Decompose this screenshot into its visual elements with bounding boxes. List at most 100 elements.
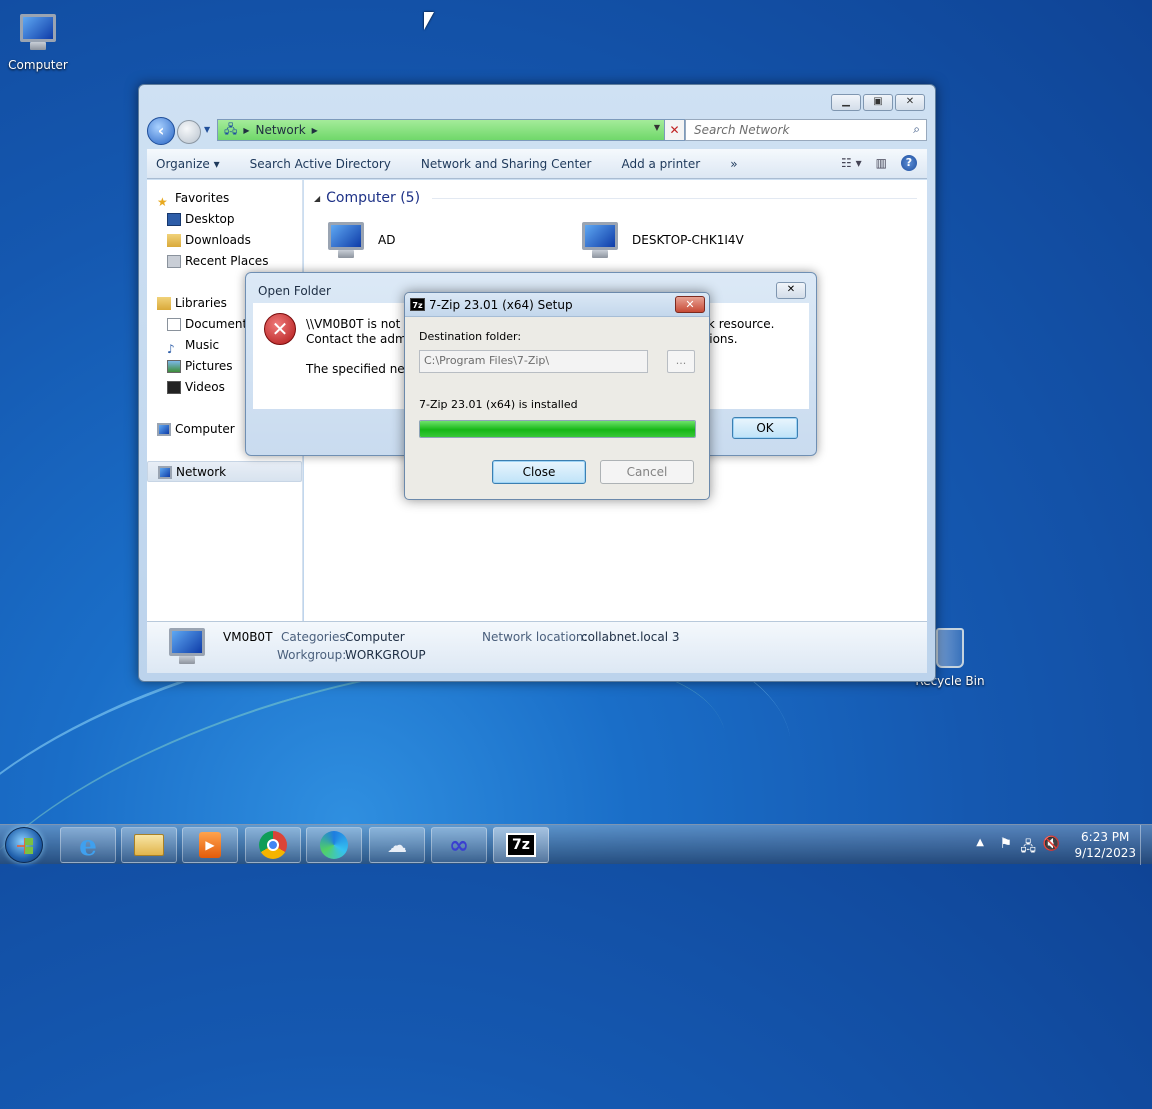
ok-button[interactable]: OK — [732, 417, 798, 439]
minimize-button[interactable]: ▁ — [831, 94, 861, 111]
details-workgroup-value: WORKGROUP — [345, 648, 426, 662]
pictures-icon — [167, 360, 181, 373]
stop-loading-button[interactable]: ✕ — [664, 120, 684, 140]
search-icon[interactable]: ⌕ — [913, 122, 920, 137]
recent-pages-dropdown[interactable]: ▼ — [204, 125, 210, 134]
install-progress-bar — [419, 420, 696, 438]
progress-fill — [420, 421, 695, 437]
search-active-directory-button[interactable]: Search Active Directory — [250, 157, 391, 171]
zip-dialog-title: 7-Zip 23.01 (x64) Setup — [429, 298, 573, 312]
destination-folder-label: Destination folder: — [419, 330, 522, 343]
add-printer-button[interactable]: Add a printer — [621, 157, 700, 171]
mouse-cursor-icon — [424, 12, 434, 30]
nav-downloads[interactable]: Downloads — [147, 230, 302, 251]
error-message-line3: The specified netw — [306, 362, 420, 376]
nav-recent-places[interactable]: Recent Places — [147, 251, 302, 272]
network-tray-icon[interactable]: 🖧 — [1020, 836, 1036, 860]
show-hidden-icons[interactable]: ▲ — [976, 837, 984, 848]
group-header-divider — [432, 197, 917, 199]
breadcrumb-separator-icon: ▶ — [243, 125, 250, 135]
zip-close-action-button[interactable]: Close — [492, 460, 586, 484]
cloud-app-icon: ☁ — [387, 833, 407, 857]
preview-pane-icon[interactable]: ▥ — [876, 156, 887, 170]
network-icon — [158, 466, 172, 479]
internet-explorer-icon: e — [79, 828, 97, 862]
organize-button[interactable]: Organize ▾ — [156, 157, 220, 171]
videos-icon — [167, 381, 181, 394]
taskbar-app-cloud[interactable]: ☁ — [369, 827, 425, 863]
taskbar-chrome[interactable] — [245, 827, 301, 863]
details-categories-label: Categories: — [281, 630, 350, 644]
zip-setup-dialog: 7z 7-Zip 23.01 (x64) Setup ✕ Destination… — [404, 292, 710, 500]
downloads-folder-icon — [167, 234, 181, 247]
taskbar-app-infinity[interactable]: ∞ — [431, 827, 487, 863]
help-icon[interactable]: ? — [901, 155, 917, 171]
taskbar-clock[interactable]: 6:23 PM 9/12/2023 — [1074, 829, 1136, 861]
libraries-icon — [157, 297, 171, 310]
breadcrumb-network[interactable]: Network — [256, 123, 306, 137]
volume-muted-icon[interactable]: 🔇 — [1043, 836, 1060, 852]
7zip-icon: 7z — [410, 298, 425, 311]
network-item-ad[interactable]: AD — [322, 218, 395, 262]
error-message-line1: \\VM0B0T is not ac — [306, 317, 419, 331]
install-status-text: 7-Zip 23.01 (x64) is installed — [419, 398, 578, 411]
more-commands-button[interactable]: » — [730, 157, 737, 171]
nav-favorites[interactable]: ★ Favorites — [147, 188, 302, 209]
browse-button[interactable]: ... — [667, 350, 695, 373]
taskbar-file-explorer[interactable] — [121, 827, 177, 863]
search-placeholder: Search Network — [694, 123, 790, 137]
forward-button[interactable] — [177, 120, 201, 144]
recent-places-icon — [167, 255, 181, 268]
details-network-location-label: Network location: — [482, 630, 588, 644]
view-options-icon[interactable]: ☷ ▾ — [841, 156, 862, 170]
address-dropdown-icon[interactable]: ▼ — [654, 123, 660, 132]
infinity-app-icon: ∞ — [449, 831, 469, 859]
collapse-icon[interactable]: ◢ — [314, 194, 320, 203]
taskbar-media-player[interactable]: ▶ — [182, 827, 238, 863]
back-button[interactable]: ‹ — [147, 117, 175, 145]
file-explorer-icon — [134, 834, 164, 856]
clock-time: 6:23 PM — [1081, 830, 1130, 844]
network-icon: 🖧 — [224, 121, 238, 136]
start-button[interactable] — [5, 827, 43, 863]
item-label: AD — [378, 233, 396, 247]
computer-icon — [163, 624, 211, 670]
star-icon: ★ — [157, 195, 168, 209]
details-workgroup-label: Workgroup: — [277, 648, 347, 662]
action-center-flag-icon[interactable]: ⚑ — [999, 836, 1012, 852]
maximize-button[interactable]: ▣ — [863, 94, 893, 111]
group-header-computer[interactable]: ◢ Computer (5) — [314, 190, 917, 206]
item-label: DESKTOP-CHK1I4V — [632, 233, 744, 247]
network-sharing-center-button[interactable]: Network and Sharing Center — [421, 157, 592, 171]
details-categories-value: Computer — [345, 630, 405, 644]
taskbar-internet-explorer[interactable]: e — [60, 827, 116, 863]
taskbar-edge[interactable] — [306, 827, 362, 863]
nav-network[interactable]: Network — [147, 461, 302, 482]
group-header-label: Computer (5) — [326, 190, 421, 206]
music-icon: ♪ — [167, 342, 175, 356]
computer-icon — [14, 10, 62, 56]
zip-close-button[interactable]: ✕ — [675, 296, 705, 313]
details-network-location-value: collabnet.local 3 — [581, 630, 680, 644]
taskbar-7zip[interactable]: 7z — [493, 827, 549, 863]
network-item-desktop[interactable]: DESKTOP-CHK1I4V — [576, 218, 744, 262]
destination-folder-field[interactable]: C:\Program Files\7-Zip\ — [419, 350, 648, 373]
details-name: VM0B0T — [223, 630, 273, 644]
zip-title-bar: 7z 7-Zip 23.01 (x64) Setup ✕ — [405, 293, 709, 317]
computer-icon — [157, 423, 171, 436]
desktop-icon-computer[interactable]: Computer — [0, 10, 76, 72]
search-input[interactable]: Search Network ⌕ — [685, 119, 927, 141]
command-bar: Organize ▾ Search Active Directory Netwo… — [147, 149, 927, 179]
address-bar[interactable]: 🖧 ▶ Network ▶ ▼ ✕ — [217, 119, 685, 141]
computer-icon — [576, 218, 626, 262]
nav-desktop[interactable]: Desktop — [147, 209, 302, 230]
error-message-line1-end: rk resource. — [703, 317, 775, 331]
dialog-close-button[interactable]: ✕ — [776, 282, 806, 299]
zip-cancel-button[interactable]: Cancel — [600, 460, 694, 484]
show-desktop-button[interactable] — [1140, 825, 1152, 865]
close-button[interactable]: ✕ — [895, 94, 925, 111]
media-player-icon: ▶ — [199, 832, 221, 858]
documents-icon — [167, 318, 181, 331]
desktop-folder-icon — [167, 213, 181, 226]
details-pane: VM0B0T Categories: Computer Workgroup: W… — [147, 621, 927, 673]
